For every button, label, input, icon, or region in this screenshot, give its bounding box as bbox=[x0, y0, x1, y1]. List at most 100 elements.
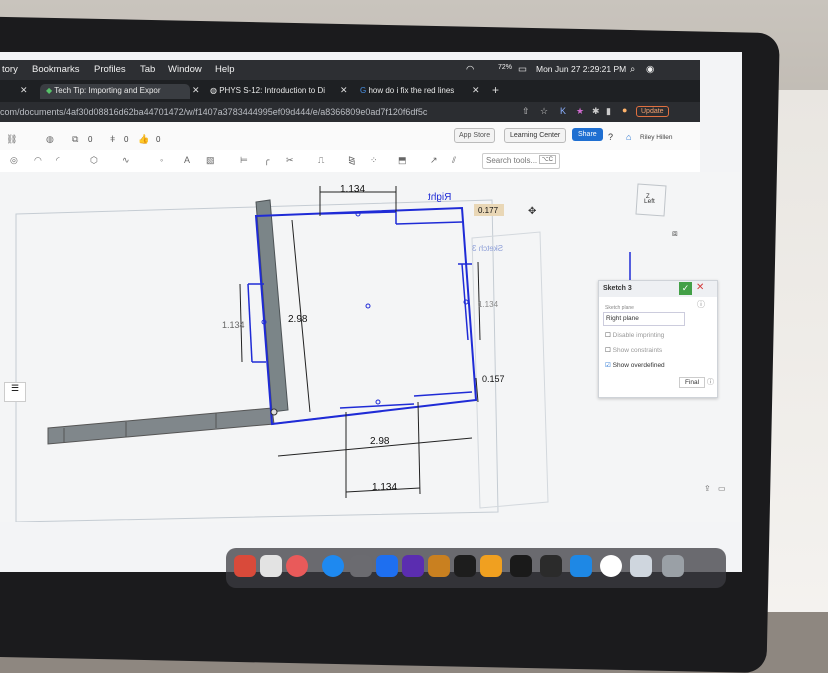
close-tab-icon[interactable]: ✕ bbox=[472, 85, 480, 96]
dock-app-icon[interactable] bbox=[570, 555, 592, 577]
viewcube-face-label[interactable]: Left bbox=[644, 198, 655, 205]
address-bar[interactable]: com/documents/4af30d08816d62ba44701472/w… bbox=[0, 102, 700, 122]
accept-check-icon[interactable]: ✓ bbox=[679, 282, 692, 295]
dock-app-icon[interactable] bbox=[234, 555, 256, 577]
mirror-tool-icon[interactable]: ⧎ bbox=[348, 155, 356, 166]
dock-app-icon[interactable] bbox=[402, 555, 424, 577]
search-tools-input[interactable]: Search tools... ⌥C bbox=[482, 153, 560, 169]
menu-tab[interactable]: Tab bbox=[140, 64, 155, 75]
inkscape-app-icon[interactable] bbox=[510, 555, 532, 577]
fillet-tool-icon[interactable]: ╭ bbox=[264, 155, 269, 166]
siri-icon[interactable]: ◉ bbox=[646, 64, 654, 75]
dim-width[interactable]: 2.98 bbox=[370, 436, 389, 447]
music-app-icon[interactable] bbox=[286, 555, 308, 577]
dim-right-bottom[interactable]: 0.157 bbox=[482, 374, 505, 384]
user-icon[interactable]: ⌂ bbox=[626, 132, 631, 142]
github-app-icon[interactable] bbox=[454, 555, 476, 577]
info-icon[interactable]: ⓘ bbox=[707, 377, 714, 387]
tab-google-search[interactable]: G how do i fix the red lines bbox=[354, 84, 474, 99]
construction-icon[interactable]: ↗ bbox=[430, 155, 438, 166]
close-tab-icon[interactable]: ✕ bbox=[192, 85, 200, 96]
drawing-icon[interactable]: ▭ bbox=[718, 484, 726, 493]
constraint-icon[interactable]: ⫽ bbox=[452, 155, 456, 166]
tab-tech-tip[interactable]: ◆ Tech Tip: Importing and Expor bbox=[40, 84, 190, 99]
option-disable-imprinting[interactable]: ☐ Disable imprinting bbox=[605, 331, 664, 339]
text-tool-icon[interactable]: A bbox=[184, 155, 190, 165]
dim-bottom[interactable]: 1.134 bbox=[372, 482, 397, 493]
like-icon[interactable]: 👍 bbox=[138, 134, 149, 145]
share-page-icon[interactable]: ⇧ bbox=[522, 106, 530, 117]
share-button[interactable]: Share bbox=[572, 128, 603, 141]
spline-tool-icon[interactable]: ∿ bbox=[122, 155, 130, 166]
menu-profiles[interactable]: Profiles bbox=[94, 64, 126, 75]
sidebar-icon[interactable]: ▮ bbox=[606, 106, 611, 117]
zoom-app-icon[interactable] bbox=[376, 555, 398, 577]
sketch-plane-field[interactable]: Right plane bbox=[603, 312, 685, 326]
extension-icon[interactable]: K bbox=[560, 106, 566, 116]
line-tool-icon[interactable]: ◎ bbox=[10, 155, 18, 166]
link-icon[interactable]: ⛓ bbox=[6, 134, 17, 145]
new-tab-icon[interactable]: + bbox=[492, 83, 499, 97]
battery-icon[interactable]: ▭ bbox=[518, 64, 527, 75]
system-prefs-icon[interactable] bbox=[350, 555, 372, 577]
app-store-button[interactable]: App Store bbox=[454, 128, 496, 143]
checkbox-icon[interactable]: ☐ bbox=[605, 332, 611, 339]
tab-label: PHYS S-12: Introduction to Di bbox=[219, 86, 326, 95]
arc-tool-icon[interactable]: ◜ bbox=[56, 155, 60, 166]
image-tool-icon[interactable]: ▧ bbox=[206, 155, 215, 166]
profile-avatar[interactable]: ● bbox=[622, 105, 627, 115]
copy-icon[interactable]: ⧉ bbox=[72, 134, 78, 145]
point-tool-icon[interactable]: ◦ bbox=[160, 155, 163, 165]
learning-center-button[interactable]: Learning Center bbox=[504, 128, 567, 143]
dock-app-icon[interactable] bbox=[540, 555, 562, 577]
extension-icon[interactable]: ★ bbox=[576, 106, 584, 117]
app-store-icon[interactable] bbox=[322, 555, 344, 577]
pattern-tool-icon[interactable]: ⁘ bbox=[370, 155, 378, 166]
tab-phys[interactable]: ◍ PHYS S-12: Introduction to Di bbox=[204, 84, 346, 99]
wifi-icon[interactable]: ◠ bbox=[466, 64, 474, 75]
checked-checkbox-icon[interactable]: ☑ bbox=[605, 362, 611, 369]
branch-icon[interactable]: ǂ bbox=[110, 134, 115, 144]
final-button[interactable]: Final bbox=[679, 377, 706, 388]
spotlight-icon[interactable]: ⌕ bbox=[630, 64, 635, 75]
globe-icon[interactable]: ◍ bbox=[46, 134, 54, 145]
close-tab-icon[interactable]: ✕ bbox=[340, 85, 348, 96]
view-options-icon[interactable]: ⧈ bbox=[672, 228, 678, 239]
trash-icon[interactable] bbox=[662, 555, 684, 577]
bookmark-star-icon[interactable]: ☆ bbox=[540, 106, 548, 117]
chrome-app-icon[interactable] bbox=[600, 555, 622, 577]
menu-window[interactable]: Window bbox=[168, 64, 202, 75]
dock-app-icon[interactable] bbox=[260, 555, 282, 577]
dock-app-icon[interactable] bbox=[480, 555, 502, 577]
menu-history[interactable]: tory bbox=[2, 64, 18, 75]
dim-height[interactable]: 2.98 bbox=[288, 314, 307, 325]
close-tab-icon[interactable]: ✕ bbox=[20, 85, 28, 96]
option-show-constraints[interactable]: ☐ Show constraints bbox=[605, 346, 662, 354]
offset-tool-icon[interactable]: ⎍ bbox=[318, 155, 324, 166]
dim-top[interactable]: 1.134 bbox=[340, 184, 365, 195]
menubar-clock[interactable]: Mon Jun 27 2:29:21 PM bbox=[536, 64, 626, 74]
url-text[interactable]: com/documents/4af30d08816d62ba44701472/w… bbox=[0, 107, 427, 117]
option-show-overdefined[interactable]: ☑ Show overdefined bbox=[605, 361, 665, 369]
help-icon[interactable]: ? bbox=[608, 132, 613, 142]
circle-tool-icon[interactable]: ◠ bbox=[34, 155, 42, 166]
dock-app-icon[interactable] bbox=[428, 555, 450, 577]
cancel-x-icon[interactable]: ✕ bbox=[696, 282, 704, 293]
project-tool-icon[interactable]: ⬒ bbox=[398, 155, 407, 166]
checkbox-icon[interactable]: ☐ bbox=[605, 347, 611, 354]
user-name[interactable]: Riley Hillen bbox=[640, 134, 673, 141]
dim-left[interactable]: 1.134 bbox=[222, 320, 245, 330]
trim-tool-icon[interactable]: ✂ bbox=[286, 155, 294, 166]
feature-list-icon[interactable]: ☰ bbox=[4, 382, 26, 402]
dock-app-icon[interactable] bbox=[630, 555, 652, 577]
menu-bookmarks[interactable]: Bookmarks bbox=[32, 64, 80, 75]
menu-help[interactable]: Help bbox=[215, 64, 235, 75]
export-icon[interactable]: ⇪ bbox=[704, 484, 711, 493]
puzzle-icon[interactable]: ✱ bbox=[592, 106, 600, 117]
polygon-tool-icon[interactable]: ⬡ bbox=[90, 155, 98, 166]
dim-right[interactable]: 1.134 bbox=[478, 300, 498, 309]
update-button[interactable]: Update bbox=[636, 106, 669, 117]
dim-right-top[interactable]: 0.177 bbox=[478, 206, 498, 215]
dimension-tool-icon[interactable]: ⊨ bbox=[240, 155, 248, 166]
help-circle-icon[interactable]: ⓘ bbox=[697, 299, 705, 310]
